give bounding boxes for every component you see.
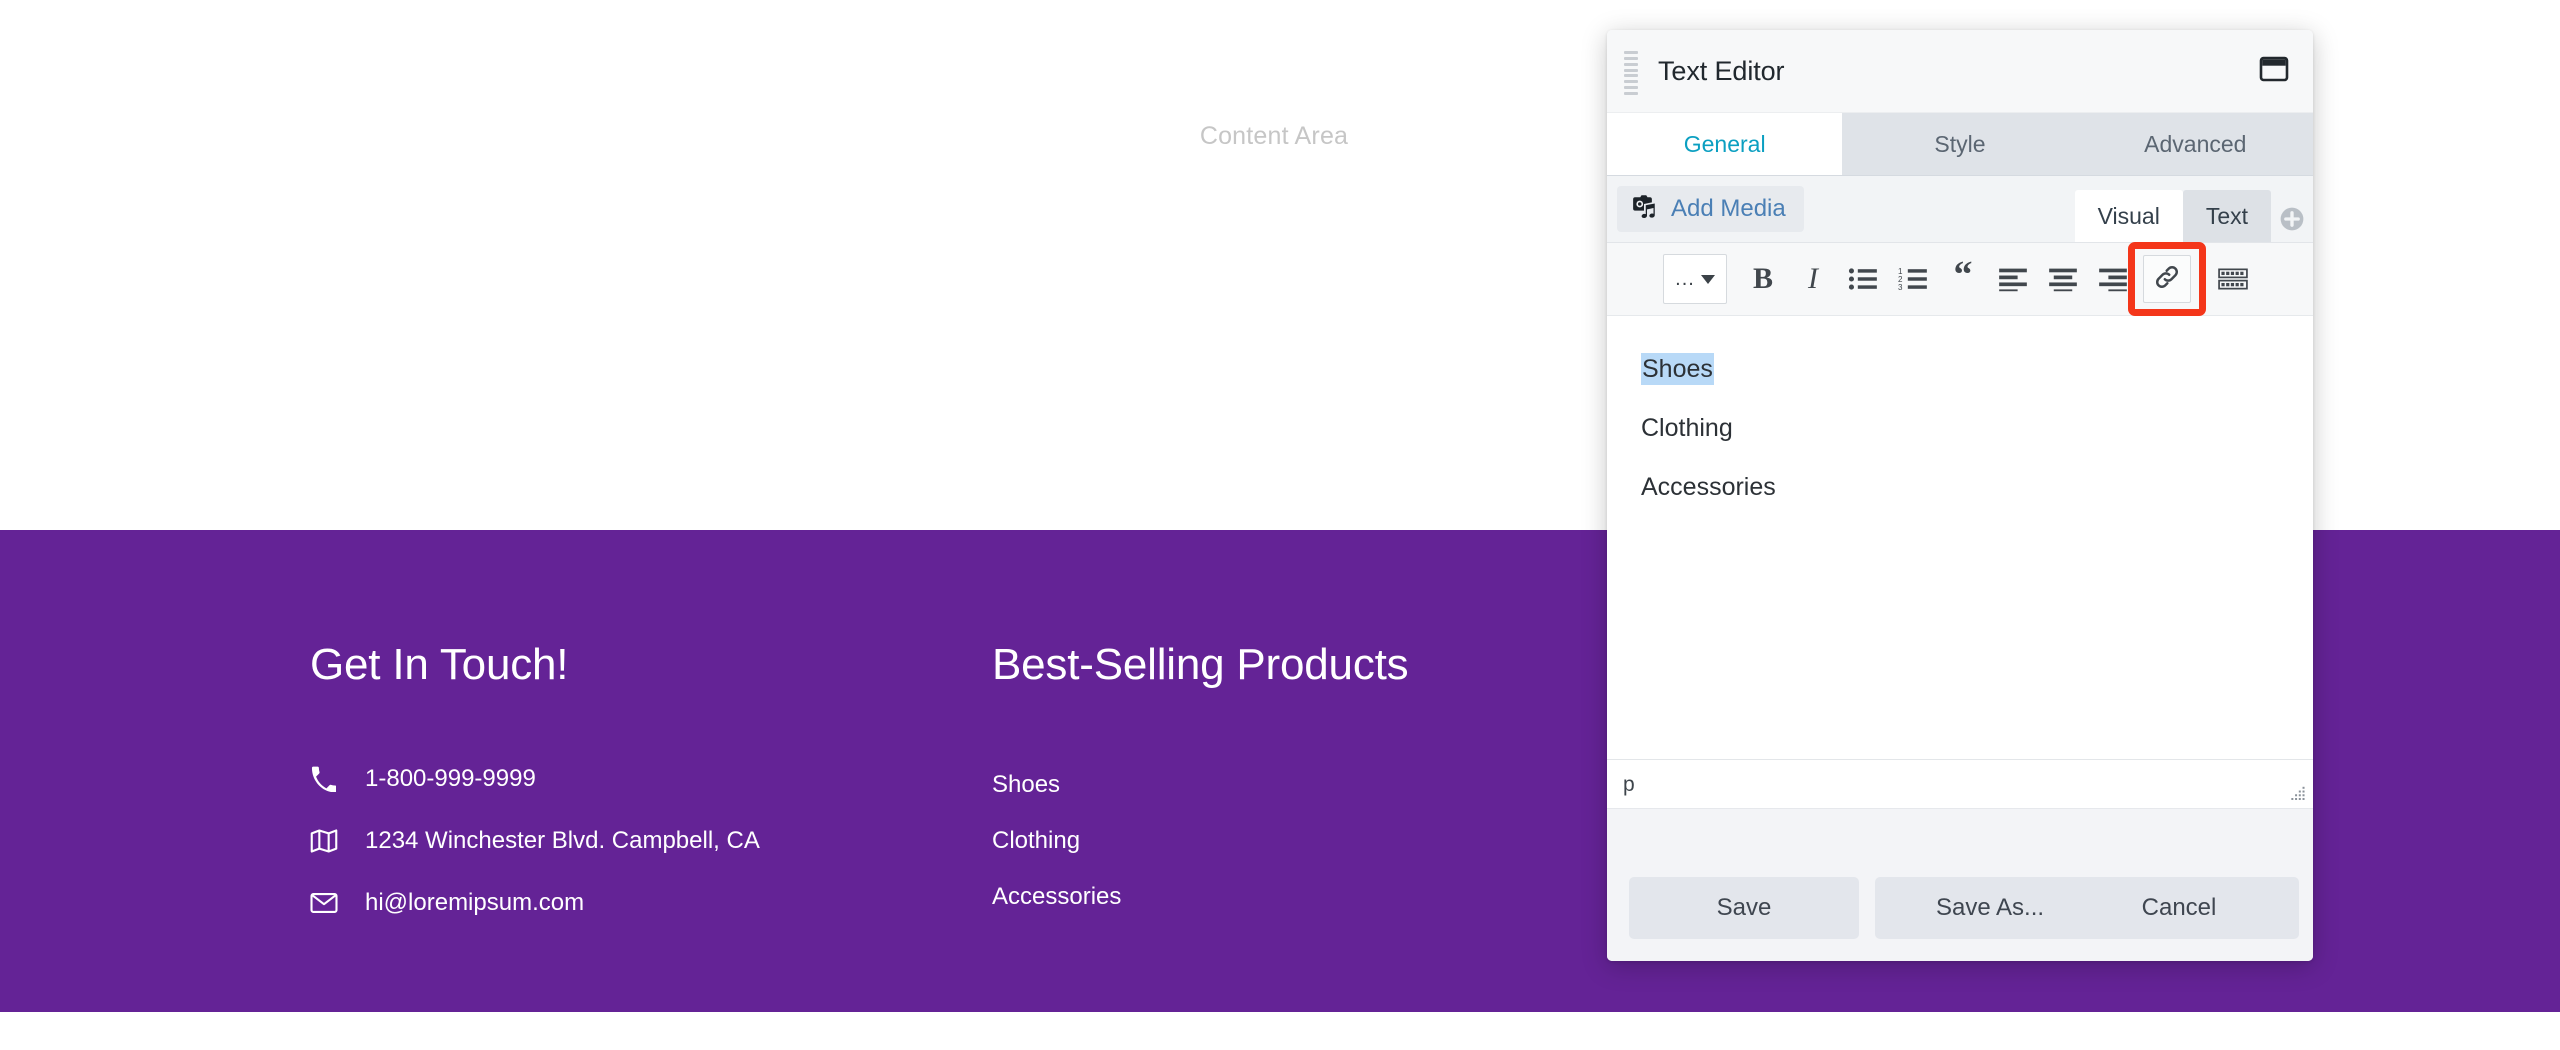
align-left-icon[interactable] xyxy=(1989,255,2037,303)
style-dropdown-button[interactable]: ... xyxy=(1663,254,1727,304)
product-link-list: Shoes Clothing Accessories xyxy=(992,687,1612,941)
tab-text[interactable]: Text xyxy=(2183,190,2271,242)
tab-visual[interactable]: Visual xyxy=(2075,190,2183,242)
contact-item-address[interactable]: 1234 Winchester Blvd. Campbell, CA xyxy=(310,810,930,872)
media-camera-note-icon xyxy=(1630,192,1660,227)
cancel-button[interactable]: Cancel xyxy=(2059,877,2299,939)
list-item: Clothing xyxy=(992,829,1612,885)
window-restore-icon[interactable] xyxy=(2259,56,2289,82)
phone-icon xyxy=(310,764,354,794)
contact-address-text: 1234 Winchester Blvd. Campbell, CA xyxy=(354,829,760,853)
tab-advanced[interactable]: Advanced xyxy=(2078,113,2313,175)
blockquote-icon[interactable]: “ xyxy=(1939,251,1987,307)
add-media-label: Add Media xyxy=(1671,197,1786,221)
product-link-clothing[interactable]: Clothing xyxy=(992,829,1612,885)
editor-mode-tabs: Visual Text xyxy=(2075,180,2271,242)
contact-phone-text: 1-800-999-9999 xyxy=(354,767,536,791)
chevron-down-icon xyxy=(1701,275,1715,284)
insert-link-button[interactable] xyxy=(2143,255,2191,303)
page-canvas: Content Area Get In Touch! 1-800-999-999… xyxy=(0,0,2560,1050)
contact-item-email[interactable]: hi@loremipsum.com xyxy=(310,872,930,934)
style-dropdown-label: ... xyxy=(1675,273,1695,285)
tab-general[interactable]: General xyxy=(1607,113,1842,175)
footer-column-products: Best-Selling Products Shoes Clothing Acc… xyxy=(992,530,1612,941)
add-media-button[interactable]: Add Media xyxy=(1617,186,1804,232)
editor-line[interactable]: Shoes xyxy=(1641,340,2279,399)
editor-line[interactable]: Accessories xyxy=(1641,458,2279,517)
envelope-icon xyxy=(310,888,354,918)
editor-element-path: p xyxy=(1623,774,1635,795)
contact-item-phone[interactable]: 1-800-999-9999 xyxy=(310,748,930,810)
list-item: Shoes xyxy=(992,773,1612,829)
panel-action-bar: Save Save As... Cancel xyxy=(1607,808,2313,961)
resize-grip-icon[interactable] xyxy=(2290,786,2306,802)
bold-icon[interactable]: B xyxy=(1739,255,1787,303)
panel-tab-bar: General Style Advanced xyxy=(1607,113,2313,176)
numbered-list-icon[interactable]: 1 2 3 xyxy=(1889,255,1937,303)
product-link-accessories[interactable]: Accessories xyxy=(992,885,1612,941)
tab-style[interactable]: Style xyxy=(1842,113,2077,175)
editor-content-body[interactable]: Shoes Clothing Accessories xyxy=(1607,316,2313,759)
contact-email-text: hi@loremipsum.com xyxy=(354,891,584,915)
plus-circle-icon[interactable] xyxy=(2279,206,2305,232)
align-right-icon[interactable] xyxy=(2089,255,2137,303)
drag-handle-icon[interactable] xyxy=(1624,51,1638,95)
editor-statusbar: p xyxy=(1607,759,2313,808)
footer-column-contact: Get In Touch! 1-800-999-9999 xyxy=(310,530,930,934)
text-editor-panel: Text Editor General Style Advanced xyxy=(1607,30,2313,961)
editor-line[interactable]: Clothing xyxy=(1641,399,2279,458)
map-icon xyxy=(310,826,354,856)
footer-heading-contact: Get In Touch! xyxy=(310,530,930,687)
align-center-icon[interactable] xyxy=(2039,255,2087,303)
kitchen-sink-icon[interactable] xyxy=(2209,255,2257,303)
svg-text:3: 3 xyxy=(1898,283,1903,292)
contact-list: 1-800-999-9999 1234 Winchester Blvd. Cam… xyxy=(310,687,930,934)
insert-link-button-wrapper xyxy=(2143,255,2191,303)
bulleted-list-icon[interactable] xyxy=(1839,255,1887,303)
footer-heading-products: Best-Selling Products xyxy=(992,530,1612,687)
wp-editor-toolbar-top: Add Media Visual Text xyxy=(1607,176,2313,243)
wp-editor-toolbar-format: ... B I 1 2 3 xyxy=(1607,243,2313,316)
link-icon xyxy=(2153,263,2181,296)
page-title: Text Editor xyxy=(1658,56,1784,87)
italic-icon[interactable]: I xyxy=(1789,255,1837,303)
panel-titlebar: Text Editor xyxy=(1607,30,2313,113)
product-link-shoes[interactable]: Shoes xyxy=(992,773,1612,829)
content-area-placeholder-text: Content Area xyxy=(1200,122,1348,151)
list-item: Accessories xyxy=(992,885,1612,941)
save-button[interactable]: Save xyxy=(1629,877,1859,939)
selected-text[interactable]: Shoes xyxy=(1641,353,1714,385)
